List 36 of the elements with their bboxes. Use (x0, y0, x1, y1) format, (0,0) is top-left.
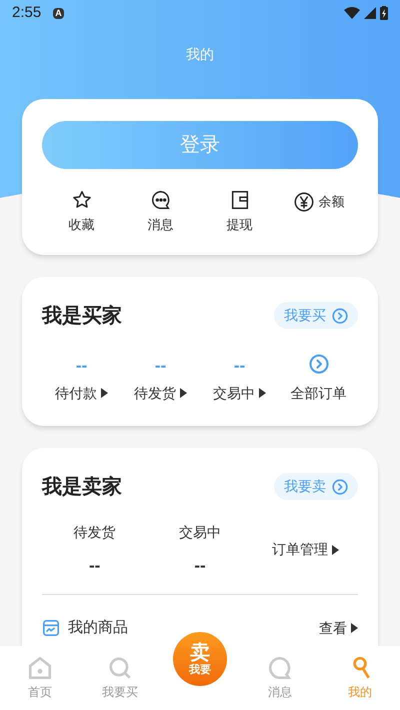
order-manage-link[interactable]: 订单管理 (252, 539, 358, 560)
page-title: 我的 (186, 45, 214, 64)
section-title: 我是卖家 (42, 474, 122, 500)
stat-value: -- (89, 554, 100, 576)
triangle-icon (332, 544, 339, 555)
order-count: -- (234, 354, 246, 374)
order-status-link[interactable]: 交易中 (213, 382, 266, 404)
order-count: -- (76, 354, 88, 374)
triangle-icon (180, 388, 187, 398)
triangle-icon (351, 623, 358, 634)
chat-bubble-icon (267, 655, 293, 681)
battery-icon (380, 6, 388, 20)
status-time: 2:55 (12, 2, 42, 23)
section-title: 我是买家 (42, 304, 122, 328)
stat-value: -- (194, 554, 206, 576)
wifi-icon (344, 7, 360, 19)
order-status-link[interactable]: 全部订单 (290, 382, 346, 404)
products-label: 我的商品 (68, 618, 128, 638)
triangle-icon (101, 388, 108, 398)
search-icon (107, 655, 133, 681)
chat-bubble-icon (150, 189, 172, 211)
order-status-link[interactable]: 待发货 (134, 382, 187, 404)
home-icon (27, 655, 53, 681)
yuan-icon (292, 191, 314, 213)
shortcut-item[interactable]: 余额 (279, 191, 358, 213)
stat-label: 待发货 (74, 522, 116, 542)
box-icon (42, 619, 60, 638)
shortcut-item[interactable]: 收藏 (42, 189, 121, 234)
order-status-link[interactable]: 待付款 (55, 382, 108, 404)
shortcut-item[interactable]: 提现 (200, 189, 279, 234)
view-products-link[interactable]: 查看 (319, 618, 358, 639)
shortcut-item[interactable]: 消息 (121, 189, 200, 234)
triangle-icon (259, 388, 266, 398)
signal-icon (364, 7, 376, 19)
order-count: -- (154, 354, 166, 374)
stat-label: 交易中 (178, 522, 221, 542)
